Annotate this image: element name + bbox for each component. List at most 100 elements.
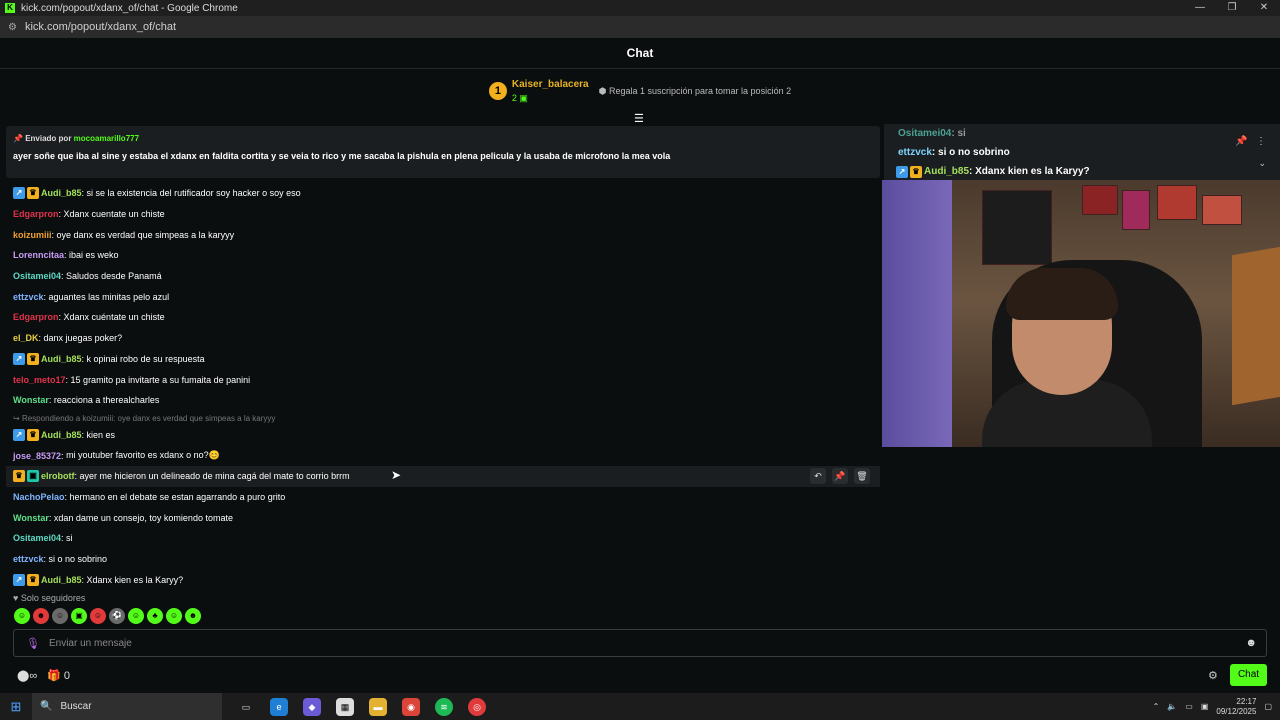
- app-tray-icon[interactable]: ▣: [1201, 702, 1209, 711]
- chat-message[interactable]: ettzvck: si o no sobrino: [6, 549, 880, 570]
- minimize-button[interactable]: —: [1184, 0, 1216, 16]
- chat-message[interactable]: Edgarpron: Xdanx cuéntate un chiste: [6, 307, 880, 328]
- username[interactable]: el_DK: [13, 333, 39, 343]
- username[interactable]: Edgarpron: [13, 209, 59, 219]
- chat-message[interactable]: Ositamei04: Saludos desde Panamá: [6, 266, 880, 287]
- chat-message[interactable]: koizumiii: oye danx es verdad que simpea…: [6, 224, 880, 245]
- username[interactable]: Ositamei04: [13, 533, 61, 543]
- message-text: si: [66, 533, 73, 544]
- settings-gear-icon[interactable]: ⚙: [1208, 669, 1218, 682]
- username[interactable]: ettzvck: [13, 292, 44, 302]
- notification-icon[interactable]: ▢: [1264, 702, 1272, 711]
- chat-message[interactable]: Wonstar: reacciona a therealcharles: [6, 390, 880, 411]
- copilot-icon[interactable]: ◆: [303, 697, 321, 716]
- restore-button[interactable]: ❐: [1216, 0, 1248, 16]
- person-hair: [1006, 268, 1118, 320]
- hanging-shirt: [982, 190, 1052, 265]
- message-text: reacciona a therealcharles: [53, 395, 160, 406]
- gift-icon[interactable]: 🎁 0: [47, 669, 70, 682]
- message-input[interactable]: 🎙 Enviar un mensaje ☻: [13, 629, 1267, 657]
- windows-start-icon[interactable]: ⊞: [0, 699, 32, 715]
- chevron-down-icon[interactable]: ⌄: [1258, 158, 1266, 169]
- message-text: Xdanx kien es la Karyy?: [86, 574, 184, 585]
- chat-message-hovered[interactable]: ♛ ▣ elrobotf: ayer me hicieron un delinead…: [6, 465, 880, 487]
- delete-icon[interactable]: 🗑: [854, 468, 870, 485]
- clock[interactable]: 22:17 09/12/2025: [1216, 697, 1256, 717]
- username[interactable]: Ositamei04: [13, 271, 61, 281]
- message-text: ayer me hicieron un delineado de mina ca…: [79, 471, 350, 482]
- chat-message[interactable]: ↗ ♛ Audi_b85: Xdanx kien es la Karyy?: [6, 569, 880, 590]
- chat-message[interactable]: Ositamei04: si: [6, 528, 880, 549]
- emote-icon[interactable]: ☺: [90, 608, 106, 624]
- folder-icon[interactable]: ▬: [369, 697, 387, 716]
- username[interactable]: ettzvck: [13, 554, 44, 564]
- chat-message[interactable]: Lorenncitaa: ibai es weko: [6, 245, 880, 266]
- reply-context[interactable]: ↪ Respondiendo a koizumiii: oye danx es …: [6, 413, 880, 425]
- microphone-icon[interactable]: 🎙: [26, 637, 40, 650]
- chat-message[interactable]: ↗ ♛ Audi_b85: kien es: [6, 425, 880, 446]
- chat-message[interactable]: ↗ ♛ Audi_b85: si se la existencia del ruti…: [6, 183, 880, 204]
- spotify-icon[interactable]: ≋: [435, 697, 453, 716]
- username[interactable]: Wonstar: [13, 513, 49, 523]
- store-icon[interactable]: ▦: [336, 697, 354, 716]
- username[interactable]: Audi_b85: [41, 354, 82, 364]
- username[interactable]: Audi_b85: [41, 575, 82, 585]
- app-icon[interactable]: ◎: [468, 697, 486, 716]
- overlay-pin-icon[interactable]: 📌 ⋮: [1235, 136, 1266, 147]
- emote-icon[interactable]: ♣: [147, 608, 163, 624]
- emote-icon[interactable]: ☺: [52, 608, 68, 624]
- chat-message[interactable]: NachoPelao: hermano en el debate se esta…: [6, 487, 880, 508]
- pin-icon[interactable]: 📌: [832, 468, 848, 485]
- leader-name[interactable]: Kaiser_balacera: [512, 79, 589, 90]
- emote-icon[interactable]: ☻: [33, 608, 49, 624]
- pinned-by-user[interactable]: mocoamarillo777: [74, 134, 139, 143]
- message-text: Xdanx cuentate un chiste: [63, 209, 165, 220]
- chevron-up-icon[interactable]: ⌃: [1153, 702, 1160, 711]
- username[interactable]: Wonstar: [13, 395, 49, 405]
- emote-icon[interactable]: ☻: [185, 608, 201, 624]
- username[interactable]: Audi_b85: [41, 188, 82, 198]
- username[interactable]: telo_meto17: [13, 375, 66, 385]
- chat-filter-icon[interactable]: ☰: [634, 112, 644, 125]
- badge-icon: ↗: [13, 573, 25, 586]
- taskbar-search[interactable]: 🔍 Buscar: [32, 693, 222, 720]
- rank-medal: 1: [488, 82, 507, 100]
- emote-icon[interactable]: ☺: [14, 608, 30, 624]
- chat-message[interactable]: jose_85372: mi youtuber favorito es xdan…: [6, 445, 880, 466]
- username[interactable]: elrobotf: [41, 471, 75, 481]
- kick-points-icon[interactable]: ⬤∞: [17, 669, 37, 682]
- gift-sub-prompt[interactable]: ⬢ Regala 1 suscripción para tomar la pos…: [599, 86, 791, 97]
- close-button[interactable]: ✕: [1248, 0, 1280, 16]
- chat-header: Chat: [0, 38, 1280, 69]
- emote-icon[interactable]: ▣: [71, 608, 87, 624]
- username[interactable]: Audi_b85: [41, 430, 82, 440]
- chrome-icon[interactable]: ◉: [402, 697, 420, 716]
- address-bar[interactable]: ⚙ kick.com/popout/xdanx_of/chat: [0, 16, 1280, 38]
- chat-message[interactable]: el_DK: danx juegas poker?: [6, 328, 880, 349]
- emote-icon[interactable]: ☺: [128, 608, 144, 624]
- emoji-picker-icon[interactable]: ☻: [1245, 637, 1257, 649]
- emote-icon[interactable]: ☺: [166, 608, 182, 624]
- edge-icon[interactable]: e: [270, 697, 288, 716]
- username[interactable]: Lorenncitaa: [13, 250, 64, 260]
- chat-message[interactable]: Edgarpron: Xdanx cuentate un chiste: [6, 204, 880, 225]
- chat-overlay: Ositamei04: si ettzvck: si o no sobrino …: [884, 124, 1280, 180]
- username[interactable]: koizumiii: [13, 230, 52, 240]
- task-view-icon[interactable]: ▭: [237, 698, 255, 716]
- chat-message[interactable]: telo_meto17: 15 gramito pa invitarte a s…: [6, 369, 880, 390]
- volume-icon[interactable]: 🔈: [1167, 702, 1177, 711]
- chat-message[interactable]: ettzvck: aguantes las minitas pelo azul: [6, 286, 880, 307]
- clock-time: 22:17: [1236, 696, 1257, 706]
- crown-icon: ♛: [910, 166, 922, 178]
- network-icon[interactable]: ▭: [1185, 702, 1193, 711]
- chat-message[interactable]: ↗ ♛ Audi_b85: k opinai robo de su respuest…: [6, 349, 880, 370]
- emote-icon[interactable]: ⚽: [109, 608, 125, 624]
- username[interactable]: Edgarpron: [13, 312, 59, 322]
- reply-icon[interactable]: ↶: [810, 468, 826, 485]
- username[interactable]: jose_85372: [13, 451, 61, 461]
- chat-send-button[interactable]: Chat: [1230, 664, 1267, 686]
- sub-badge-icon: ▣: [27, 470, 39, 483]
- site-settings-icon[interactable]: ⚙: [8, 22, 17, 33]
- chat-message[interactable]: Wonstar: xdan dame un consejo, toy komie…: [6, 507, 880, 528]
- username[interactable]: NachoPelao: [13, 492, 65, 502]
